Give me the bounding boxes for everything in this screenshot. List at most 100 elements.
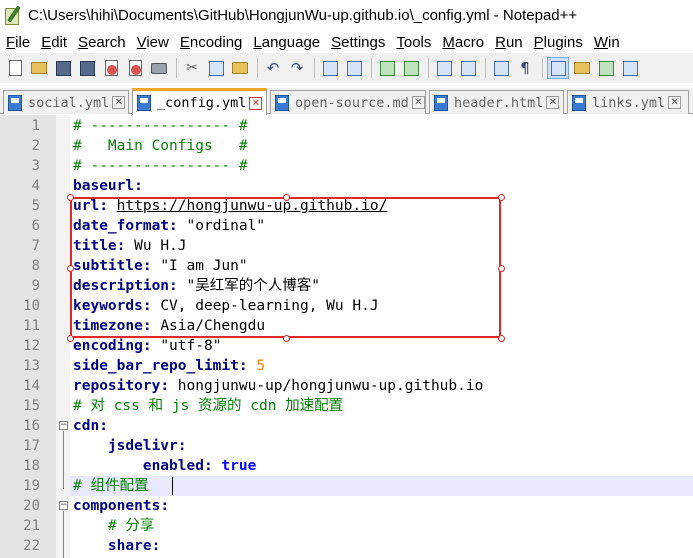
document-map-icon <box>598 60 614 76</box>
new-file-button[interactable] <box>4 57 26 79</box>
tab-label: open-source.md <box>295 94 409 111</box>
replace-button[interactable] <box>343 57 365 79</box>
code-line[interactable]: # Main Configs # <box>73 136 248 156</box>
menu-settings[interactable]: Settings <box>331 34 385 51</box>
show-all-chars-button[interactable]: ¶ <box>514 57 536 79</box>
menu-win[interactable]: Win <box>594 34 620 51</box>
file-saved-icon <box>275 94 289 111</box>
menu-bar: File Edit Search View Encoding Language Settin… <box>0 31 693 53</box>
pilcrow-icon: ¶ <box>520 59 530 77</box>
code-line[interactable]: # ---------------- # <box>73 156 248 176</box>
highlight-annotation-box <box>70 197 501 338</box>
close-tab-icon[interactable]: ✕ <box>668 96 682 109</box>
menu-tools[interactable]: Tools <box>396 34 431 51</box>
fold-toggle-icon[interactable]: − <box>59 501 68 510</box>
close-all-button[interactable] <box>124 57 146 79</box>
close-tab-icon[interactable]: ✕ <box>112 96 126 109</box>
save-button[interactable] <box>52 57 74 79</box>
redo-button[interactable]: ↷ <box>286 57 308 79</box>
tab-links-yml[interactable]: links.yml ✕ <box>567 90 689 114</box>
scissors-icon: ✂ <box>186 60 198 76</box>
user-language-button[interactable] <box>571 57 593 79</box>
code-line[interactable]: share: <box>73 536 160 556</box>
line-number: 20 <box>23 498 40 514</box>
fold-guide <box>63 511 64 558</box>
close-tab-icon[interactable]: ✕ <box>249 96 263 110</box>
word-wrap-button[interactable] <box>490 57 512 79</box>
cut-button[interactable]: ✂ <box>181 57 203 79</box>
close-file-icon <box>104 60 118 76</box>
document-map-button[interactable] <box>595 57 617 79</box>
copy-button[interactable] <box>205 57 227 79</box>
tab-bar: social.yml ✕ _config.yml ✕ open-source.md ✕ he… <box>0 88 693 115</box>
menu-view[interactable]: View <box>137 34 169 51</box>
tab-social-yml[interactable]: social.yml ✕ <box>3 90 129 114</box>
code-line[interactable]: # 分享 <box>73 516 154 536</box>
line-number: 22 <box>23 538 40 554</box>
line-number: 18 <box>23 458 40 474</box>
sync-vertical-button[interactable] <box>433 57 455 79</box>
binoculars-icon <box>322 60 338 76</box>
tab-open-source-md[interactable]: open-source.md ✕ <box>270 90 426 114</box>
open-file-button[interactable] <box>28 57 50 79</box>
save-all-button[interactable] <box>76 57 98 79</box>
tab-config-yml[interactable]: _config.yml ✕ <box>132 88 267 115</box>
close-tab-icon[interactable]: ✕ <box>411 96 425 109</box>
close-tab-icon[interactable]: ✕ <box>546 96 560 109</box>
menu-language[interactable]: Language <box>253 34 320 51</box>
tab-header-html[interactable]: header.html ✕ <box>429 90 564 114</box>
window-title: C:\Users\hihi\Documents\GitHub\HongjunWu… <box>28 7 578 24</box>
close-button[interactable] <box>100 57 122 79</box>
line-number: 16 <box>23 418 40 434</box>
paste-button[interactable] <box>229 57 251 79</box>
fold-toggle-icon[interactable]: − <box>59 421 68 430</box>
menu-run[interactable]: Run <box>495 34 523 51</box>
tab-label: _config.yml <box>157 95 247 111</box>
notepad-plus-plus-icon <box>2 4 24 27</box>
menu-plugins[interactable]: Plugins <box>534 34 583 51</box>
code-line[interactable]: enabled: true <box>73 456 257 476</box>
line-number: 1 <box>31 118 40 134</box>
tab-label: links.yml <box>592 94 666 111</box>
code-line[interactable]: # 组件配置 <box>73 476 148 496</box>
line-number: 15 <box>23 398 40 414</box>
tab-label: social.yml <box>28 94 110 111</box>
toolbar-separator <box>428 58 429 78</box>
word-wrap-icon <box>493 60 509 76</box>
code-line[interactable]: side_bar_repo_limit: 5 <box>73 356 265 376</box>
menu-file[interactable]: File <box>6 34 30 51</box>
print-button[interactable] <box>148 57 170 79</box>
line-number: 3 <box>31 158 40 174</box>
resize-handle <box>498 194 505 201</box>
code-line[interactable]: repository: hongjunwu-up/hongjunwu-up.gi… <box>73 376 483 396</box>
code-line[interactable]: # ---------------- # <box>73 116 248 136</box>
undo-button[interactable]: ↶ <box>262 57 284 79</box>
line-number: 6 <box>31 218 40 234</box>
menu-macro[interactable]: Macro <box>442 34 484 51</box>
zoom-in-button[interactable] <box>376 57 398 79</box>
find-button[interactable] <box>319 57 341 79</box>
code-line[interactable]: jsdelivr: <box>73 436 187 456</box>
file-saved-icon <box>137 95 151 111</box>
code-line[interactable]: encoding: "utf-8" <box>73 336 221 356</box>
code-line[interactable]: components: <box>73 496 169 516</box>
line-number: 12 <box>23 338 40 354</box>
line-number: 2 <box>31 138 40 154</box>
indent-guide-button[interactable] <box>547 57 569 79</box>
menu-edit[interactable]: Edit <box>41 34 67 51</box>
sync-horizontal-button[interactable] <box>457 57 479 79</box>
menu-encoding[interactable]: Encoding <box>180 34 243 51</box>
close-all-icon <box>128 60 142 76</box>
resize-handle <box>67 335 74 342</box>
code-line[interactable]: baseurl: <box>73 176 143 196</box>
resize-handle <box>67 194 74 201</box>
menu-search[interactable]: Search <box>78 34 126 51</box>
fold-guide <box>63 431 64 489</box>
line-number: 21 <box>23 518 40 534</box>
function-list-button[interactable] <box>619 57 641 79</box>
code-line[interactable]: cdn: <box>73 416 108 436</box>
text-caret <box>172 477 173 495</box>
zoom-out-button[interactable] <box>400 57 422 79</box>
code-line[interactable]: # 对 css 和 js 资源的 cdn 加速配置 <box>73 396 343 416</box>
file-saved-icon <box>434 94 448 111</box>
